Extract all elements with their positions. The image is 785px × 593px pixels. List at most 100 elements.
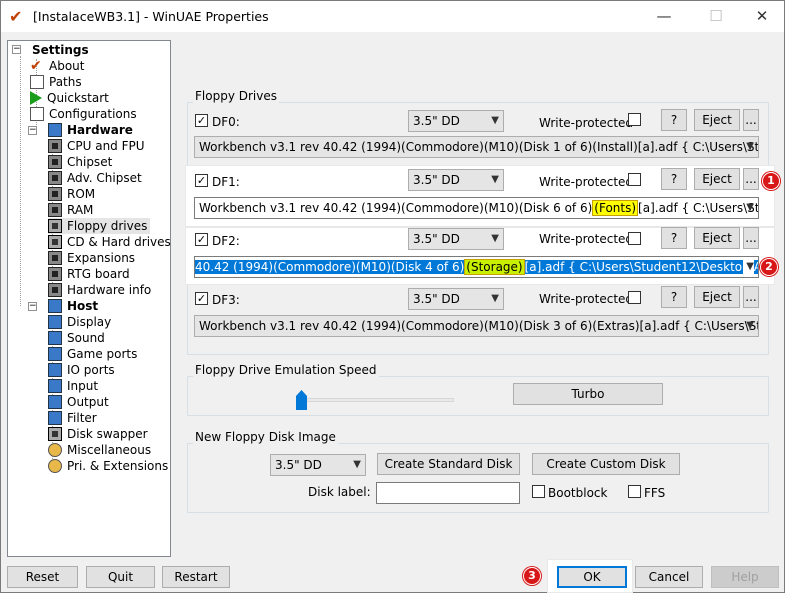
tree-io-ports[interactable]: IO ports [48,362,115,378]
tree-paths[interactable]: Paths [30,74,82,90]
collapse-host[interactable]: − [28,302,37,311]
callout-badge-3: 3 [523,567,541,585]
output-icon [48,395,62,409]
create-custom-disk-button[interactable]: Create Custom Disk [532,453,680,475]
df2-enabled-checkbox[interactable]: ✓ [195,233,208,246]
df3-write-protected-checkbox[interactable] [628,291,641,304]
tree-chipset[interactable]: Chipset [48,154,112,170]
create-standard-disk-button[interactable]: Create Standard Disk [377,453,520,475]
reset-button[interactable]: Reset [7,566,78,588]
filter-icon [48,411,62,425]
disk-swapper-icon [48,427,62,441]
df3-browse-button[interactable]: ... [743,286,759,308]
close-button[interactable]: ✕ [739,1,785,31]
app-check-icon: ✔ [9,7,23,26]
df1-browse-button[interactable]: ... [743,168,759,190]
df3-type-select[interactable]: 3.5" DD ▼ [408,288,504,310]
tree-filter[interactable]: Filter [48,410,97,426]
turbo-button[interactable]: Turbo [513,383,663,405]
chevron-down-icon: ▼ [491,115,499,126]
disk-label-input[interactable] [376,482,520,504]
settings-tree[interactable]: − Settings ✔ About Paths Quickstart Confi… [7,40,171,557]
collapse-hardware[interactable]: − [28,126,37,135]
tree-settings[interactable]: Settings [32,42,89,58]
tree-expansions[interactable]: Expansions [48,250,135,266]
collapse-settings[interactable]: − [12,45,21,54]
df2-help-button[interactable]: ? [661,227,687,249]
tree-ram[interactable]: RAM [48,202,93,218]
speed-label: Floppy Drive Emulation Speed [193,363,379,377]
minimize-button[interactable]: — [641,1,687,31]
df3-eject-button[interactable]: Eject [694,286,740,308]
chevron-down-icon: ▼ [743,257,754,277]
window: ✔ [InstalaceWB3.1] - WinUAE Properties —… [0,0,785,593]
cancel-button[interactable]: Cancel [635,566,703,588]
df1-path-select[interactable]: Workbench v3.1 rev 40.42 (1994)(Commodor… [194,197,759,219]
tree-game-ports[interactable]: Game ports [48,346,137,362]
df0-eject-button[interactable]: Eject [694,109,740,131]
df2-browse-button[interactable]: ... [743,227,759,249]
df3-enabled-checkbox[interactable]: ✓ [195,292,208,305]
df0-enabled-checkbox[interactable]: ✓ [195,114,208,127]
sound-icon [48,331,62,345]
tree-about[interactable]: ✔ About [30,58,84,74]
chip-icon [48,187,62,201]
tree-disk-swapper[interactable]: Disk swapper [48,426,148,442]
ok-button[interactable]: OK [557,566,627,588]
tree-rom[interactable]: ROM [48,186,95,202]
tree-adv-chipset[interactable]: Adv. Chipset [48,170,142,186]
tree-sound[interactable]: Sound [48,330,105,346]
tree-output[interactable]: Output [48,394,109,410]
tree-pri-extensions[interactable]: Pri. & Extensions [48,458,168,474]
chip-icon [48,139,62,153]
help-button: Help [711,566,779,588]
df2-eject-button[interactable]: Eject [694,227,740,249]
tree-cpu[interactable]: CPU and FPU [48,138,145,154]
tree-floppy-drives[interactable]: Floppy drives [48,218,151,234]
df1-enabled-checkbox[interactable]: ✓ [195,174,208,187]
df1-help-button[interactable]: ? [661,168,687,190]
tree-host[interactable]: Host [48,298,98,314]
df0-label: DF0: [212,115,240,129]
title-bar: ✔ [InstalaceWB3.1] - WinUAE Properties —… [1,1,784,32]
chip-icon [48,283,62,297]
df1-write-protected-checkbox[interactable] [628,173,641,186]
tree-quickstart[interactable]: Quickstart [30,90,109,106]
tree-cd-hard-drives[interactable]: CD & Hard drives [48,234,171,250]
df0-write-protected-checkbox[interactable] [628,113,641,126]
df3-path-select[interactable]: Workbench v3.1 rev 40.42 (1994)(Commodor… [194,315,759,337]
chevron-down-icon: ▼ [491,293,499,304]
ffs-checkbox[interactable] [628,485,641,498]
df0-browse-button[interactable]: ... [743,109,759,131]
paths-icon [30,75,44,89]
df0-path-select[interactable]: Workbench v3.1 rev 40.42 (1994)(Commodor… [194,136,759,158]
df0-type-select[interactable]: 3.5" DD ▼ [408,110,504,132]
quit-button[interactable]: Quit [86,566,155,588]
speed-slider-track[interactable] [298,398,454,402]
new-disk-label: New Floppy Disk Image [193,430,338,444]
df2-path-select[interactable]: 40.42 (1994)(Commodore)(M10)(Disk 4 of 6… [194,256,759,278]
df3-label: DF3: [212,293,240,307]
tree-rtg-board[interactable]: RTG board [48,266,130,282]
restart-button[interactable]: Restart [162,566,230,588]
tree-miscellaneous[interactable]: Miscellaneous [48,442,151,458]
df2-write-protected-checkbox[interactable] [628,232,641,245]
host-icon [48,299,62,313]
tree-hardware-info[interactable]: Hardware info [48,282,151,298]
misc-icon [48,443,62,457]
tree-configurations[interactable]: Configurations [30,106,137,122]
df2-type-select[interactable]: 3.5" DD ▼ [408,228,504,250]
df1-eject-button[interactable]: Eject [694,168,740,190]
bootblock-checkbox[interactable] [532,485,545,498]
df1-type-select[interactable]: 3.5" DD ▼ [408,169,504,191]
df3-help-button[interactable]: ? [661,286,687,308]
chevron-down-icon: ▼ [746,202,754,213]
new-disk-type-select[interactable]: 3.5" DD ▼ [270,454,366,476]
tree-hardware[interactable]: Hardware [48,122,133,138]
extensions-icon [48,459,62,473]
chevron-down-icon: ▼ [746,141,754,152]
tree-input[interactable]: Input [48,378,98,394]
df0-help-button[interactable]: ? [661,109,687,131]
tree-display[interactable]: Display [48,314,111,330]
config-icon [30,107,44,121]
